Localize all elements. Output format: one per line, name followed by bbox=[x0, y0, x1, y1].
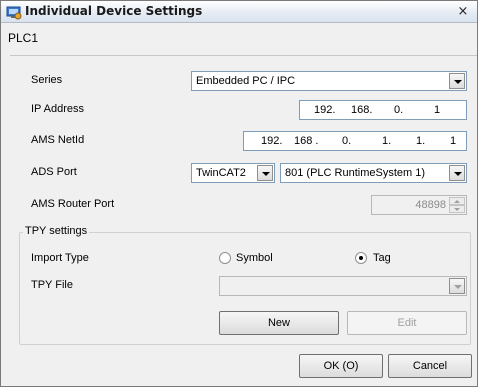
chevron-down-icon[interactable] bbox=[449, 73, 465, 89]
stepper-up-icon[interactable] bbox=[449, 197, 465, 205]
ip-address-field[interactable]: 192. 168. 0. 1 bbox=[299, 100, 467, 120]
netid-part-3: 0. bbox=[342, 135, 352, 147]
ads-port-dropdown[interactable]: 801 (PLC RuntimeSystem 1) bbox=[280, 163, 467, 183]
ads-port-value: 801 (PLC RuntimeSystem 1) bbox=[285, 167, 425, 179]
settings-app-icon bbox=[6, 6, 22, 20]
ok-button[interactable]: OK (O) bbox=[299, 354, 383, 378]
twincat-version-dropdown[interactable]: TwinCAT2 bbox=[191, 163, 275, 183]
series-label: Series bbox=[31, 74, 63, 86]
cancel-button[interactable]: Cancel bbox=[388, 354, 472, 378]
series-value: Embedded PC / IPC bbox=[196, 75, 296, 87]
tpy-file-label: TPY File bbox=[31, 279, 73, 291]
twincat-version-value: TwinCAT2 bbox=[196, 167, 246, 179]
stepper-buttons bbox=[449, 197, 465, 213]
ip-octet-1: 192. bbox=[314, 104, 336, 116]
ip-octet-2: 168. bbox=[351, 104, 373, 116]
title-bar[interactable]: Individual Device Settings × bbox=[1, 1, 477, 23]
symbol-radio-label[interactable]: Symbol bbox=[236, 252, 273, 264]
dialog-window: Individual Device Settings × PLC1 Series… bbox=[0, 0, 478, 387]
netid-part-6: 1 bbox=[450, 135, 457, 147]
ip-address-label: IP Address bbox=[31, 103, 84, 115]
new-button[interactable]: New bbox=[219, 311, 339, 335]
chevron-down-icon[interactable] bbox=[257, 165, 273, 181]
netid-part-4: 1. bbox=[382, 135, 392, 147]
chevron-down-icon[interactable] bbox=[449, 165, 465, 181]
edit-button[interactable]: Edit bbox=[347, 311, 467, 335]
symbol-radio[interactable] bbox=[219, 252, 231, 264]
window-title: Individual Device Settings bbox=[25, 4, 203, 18]
tpy-file-dropdown[interactable] bbox=[219, 276, 467, 296]
stepper-down-icon[interactable] bbox=[449, 205, 465, 213]
ams-router-port-stepper[interactable]: 48898 bbox=[371, 195, 467, 215]
ads-port-label: ADS Port bbox=[31, 166, 77, 178]
series-dropdown[interactable]: Embedded PC / IPC bbox=[191, 71, 467, 91]
ip-octet-4: 1 bbox=[434, 104, 441, 116]
tag-radio[interactable] bbox=[355, 252, 367, 264]
ams-router-port-label: AMS Router Port bbox=[31, 198, 115, 210]
device-name: PLC1 bbox=[8, 31, 39, 45]
tag-radio-label[interactable]: Tag bbox=[373, 252, 391, 264]
ams-netid-field[interactable]: 192. 168 . 0. 1. 1. 1 bbox=[243, 131, 467, 151]
ip-octet-3: 0. bbox=[394, 104, 404, 116]
close-icon[interactable]: × bbox=[455, 4, 471, 19]
netid-part-5: 1. bbox=[416, 135, 426, 147]
chevron-down-icon[interactable] bbox=[449, 278, 465, 294]
netid-part-2: 168 . bbox=[294, 135, 319, 147]
ams-netid-label: AMS NetId bbox=[31, 134, 85, 146]
ams-router-port-value: 48898 bbox=[415, 199, 446, 211]
tpy-settings-title: TPY settings bbox=[23, 225, 90, 237]
netid-part-1: 192. bbox=[261, 135, 283, 147]
import-type-label: Import Type bbox=[31, 252, 89, 264]
